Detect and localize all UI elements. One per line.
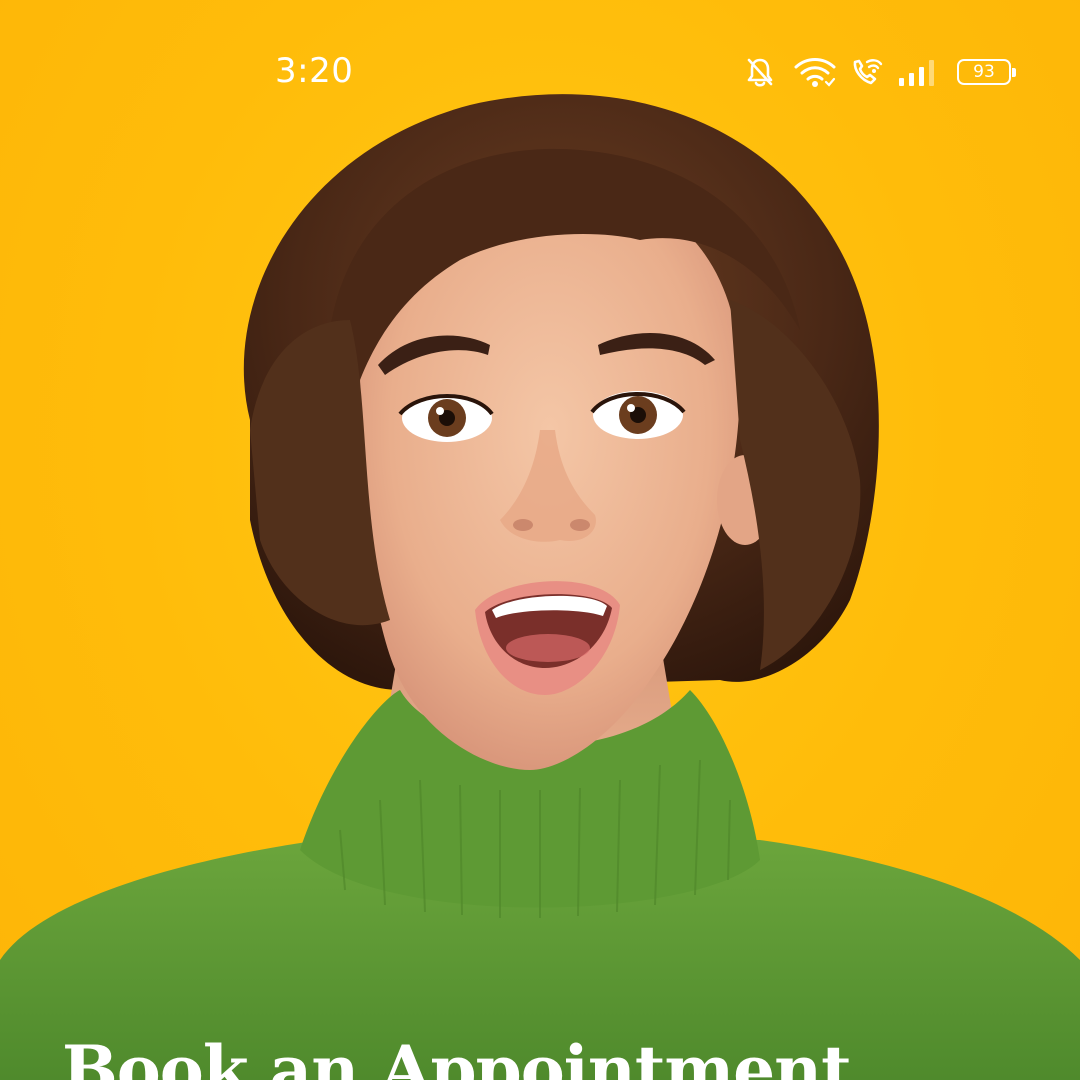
hero-image [0,94,1080,1080]
battery-icon: 93 [957,59,1016,85]
status-icons: 93 [745,52,1016,92]
status-time: 3:20 [275,51,354,91]
wifi-icon [794,58,836,87]
headline-title: Book an Appointment [62,1031,852,1080]
battery-level: 93 [973,61,995,82]
signal-icon [899,60,934,86]
wifi-calling-icon [853,59,883,85]
onboarding-screen: 3:20 93 Book an Appointment [0,0,1080,1080]
status-bar: 3:20 93 [0,0,1080,140]
bell-off-icon [747,58,773,87]
